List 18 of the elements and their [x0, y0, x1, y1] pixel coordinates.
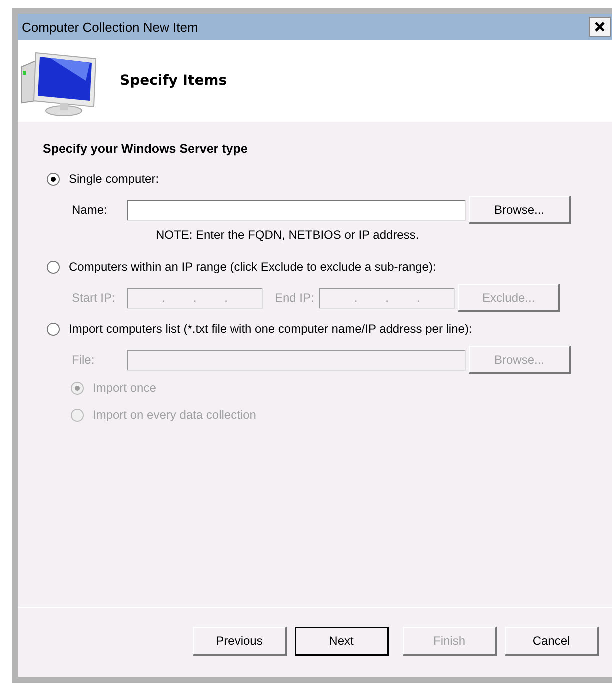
wizard-button[interactable]: Next [295, 627, 389, 656]
radio-option[interactable]: Computers within an IP range (click Exclude to exclude a sub-range): [47, 260, 612, 274]
radio-option[interactable]: Import computers list (*.txt file with one computer name/IP address per line): [47, 322, 612, 336]
field-label: Start IP: [71, 291, 116, 305]
wizard-button[interactable]: Cancel [505, 627, 599, 656]
close-button[interactable] [589, 17, 611, 37]
input-field[interactable] [127, 200, 466, 220]
close-icon [594, 21, 606, 33]
window-title: Computer Collection New Item [22, 20, 198, 34]
wizard-button[interactable]: Previous [193, 627, 287, 656]
note-text: NOTE: Enter the FQDN, NETBIOS or IP address. [156, 228, 420, 242]
radio-option[interactable]: Single computer: [47, 172, 612, 186]
field-label: Name: [71, 203, 108, 217]
field-label: File: [71, 353, 96, 367]
browse-button[interactable]: Browse... [469, 196, 571, 224]
section-heading: Specify your Windows Server type [43, 142, 249, 156]
page-heading: Specify Items [120, 73, 228, 89]
field-label: End IP: [275, 291, 314, 305]
